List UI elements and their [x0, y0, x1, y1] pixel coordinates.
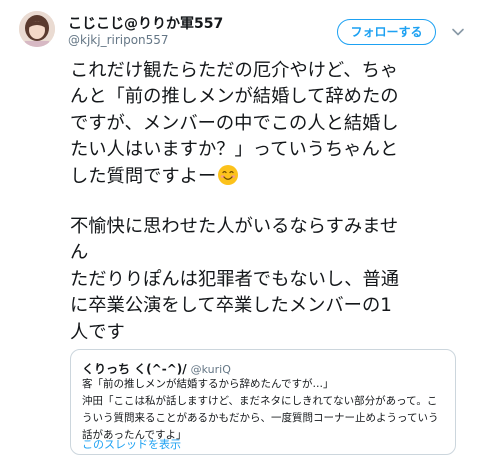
- quoted-author-name: くりっち く(^-^)/: [82, 362, 187, 376]
- show-thread-link[interactable]: このスレッドを表示: [82, 436, 181, 452]
- tweet-line: 不愉快に思わせた人がいるならすみませ: [70, 216, 399, 238]
- tweet-line: ん: [70, 242, 89, 264]
- tweet-line: ですが、メンバーの中でこの人と結婚し: [70, 112, 399, 134]
- follow-button[interactable]: フォローする: [337, 19, 436, 45]
- tweet-line: これだけ観たらただの厄介やけど、ちゃ: [70, 60, 399, 81]
- smiling-face-emoji-icon: [217, 164, 239, 186]
- quoted-author-handle: @kuriQ: [190, 363, 231, 376]
- tweet-line: んと「前の推しメンが結婚して辞めたの: [70, 86, 399, 108]
- quoted-tweet-header: くりっち く(^-^)/@kuriQ: [82, 358, 231, 377]
- avatar[interactable]: [19, 11, 55, 47]
- tweet-line: ただりりぽんは犯罪者でもないし、普通: [70, 268, 400, 290]
- author-display-name[interactable]: こじこじ@りりか軍557: [68, 13, 223, 33]
- tweet-line: 人です: [70, 321, 125, 343]
- tweet-line: した質問ですよー: [70, 165, 217, 187]
- quoted-line: 客「前の推しメンが結婚するから辞めたんですが…」: [82, 378, 334, 390]
- quoted-line: 沖田「ここは私が話しますけど、まだネタにしきれてない部分があって。こ: [82, 395, 438, 407]
- tweet-text: これだけ観たらただの厄介やけど、ちゃ んと「前の推しメンが結婚して辞めたの です…: [70, 58, 470, 346]
- quoted-tweet-text: 客「前の推しメンが結婚するから辞めたんですが…」 沖田「ここは私が話しますけど、…: [82, 376, 450, 444]
- tweet-header: こじこじ@りりか軍557 @kjkj_riripon557 フォローする: [0, 0, 480, 58]
- avatar-photo-icon: [19, 11, 55, 47]
- tweet-line-with-emoji: した質問ですよー: [70, 164, 470, 190]
- quoted-tweet[interactable]: くりっち く(^-^)/@kuriQ 客「前の推しメンが結婚するから辞めたんです…: [70, 349, 456, 455]
- tweet-line: たい人はいますか？」っていうちゃんと: [70, 139, 399, 161]
- tweet-line: に卒業公演をして卒業したメンバーの1: [70, 295, 392, 317]
- quoted-line: ういう質問来ることがあるかもだから、一度質問コーナー止めようっていう: [82, 412, 439, 424]
- author-handle[interactable]: @kjkj_riripon557: [68, 33, 169, 47]
- chevron-down-icon[interactable]: [451, 24, 465, 38]
